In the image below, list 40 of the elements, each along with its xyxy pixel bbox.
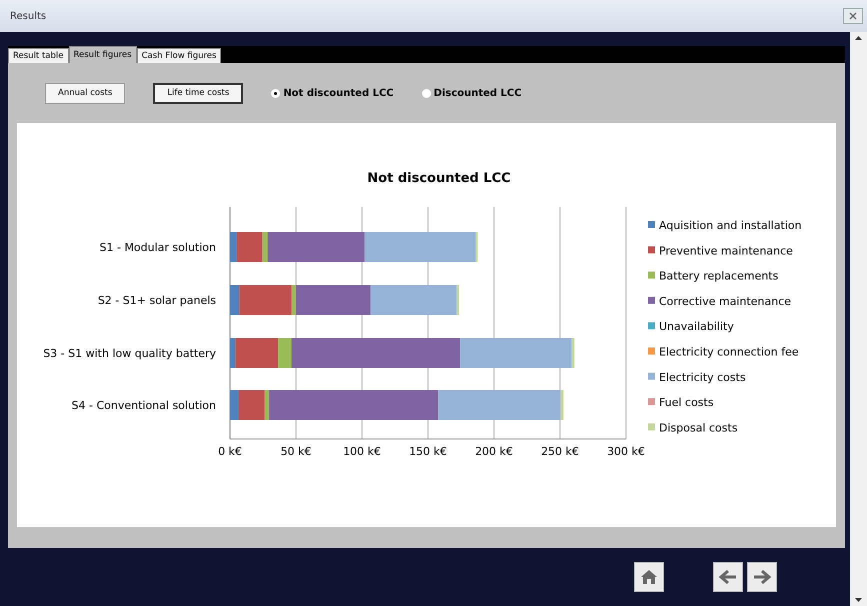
legend-label: Aquisition and installation — [659, 219, 802, 232]
right-arrow-icon — [752, 569, 772, 585]
window-title: Results — [10, 10, 46, 22]
legend-label: Preventive maintenance — [659, 244, 793, 258]
scroll-up-icon — [855, 36, 862, 40]
category-label: S3 - S1 with low quality battery — [43, 347, 216, 360]
view-button[interactable]: Annual costs — [45, 82, 126, 104]
legend-label: Electricity connection fee — [659, 346, 799, 358]
legend-label: Disposal costs — [659, 421, 738, 434]
axis-tick-label: 100 k€ — [343, 445, 381, 458]
category-label: S1 - Modular solution — [100, 241, 216, 254]
scrollbar[interactable] — [850, 32, 867, 606]
view-button[interactable]: Life time costs — [153, 82, 244, 104]
legend-label: Electricity costs — [659, 370, 746, 384]
legend-label: Fuel costs — [659, 396, 714, 410]
home-icon — [640, 569, 658, 585]
close-icon — [849, 12, 857, 20]
tab[interactable]: Result table — [8, 48, 68, 63]
left-arrow-icon — [718, 569, 738, 585]
axis-tick-label: 0 k€ — [218, 445, 242, 458]
tab[interactable]: Cash Flow figures — [136, 48, 222, 63]
legend-label: Corrective maintenance — [659, 294, 792, 308]
axis-tick-label: 200 k€ — [475, 445, 513, 458]
legend-label: Unavailability — [659, 320, 734, 334]
axis-tick-label: 50 k€ — [280, 445, 312, 458]
axis-tick-label: 150 k€ — [409, 445, 447, 458]
home-button[interactable] — [634, 562, 664, 592]
close-button[interactable] — [843, 8, 863, 24]
radio-button[interactable] — [271, 88, 280, 98]
category-label: S2 - S1+ solar panels — [98, 294, 216, 307]
axis-tick-label: 300 k€ — [607, 445, 645, 458]
chart-title: Not discounted LCC — [367, 171, 511, 186]
category-label: S4 - Conventional solution — [72, 399, 216, 412]
axis-tick-label: 250 k€ — [541, 445, 579, 458]
legend-label: Battery replacements — [659, 270, 778, 283]
forward-button[interactable] — [747, 562, 777, 592]
radio-button[interactable] — [422, 88, 431, 98]
back-button[interactable] — [713, 562, 743, 592]
scroll-down-icon — [855, 598, 862, 602]
tab[interactable]: Result figures — [68, 46, 137, 63]
